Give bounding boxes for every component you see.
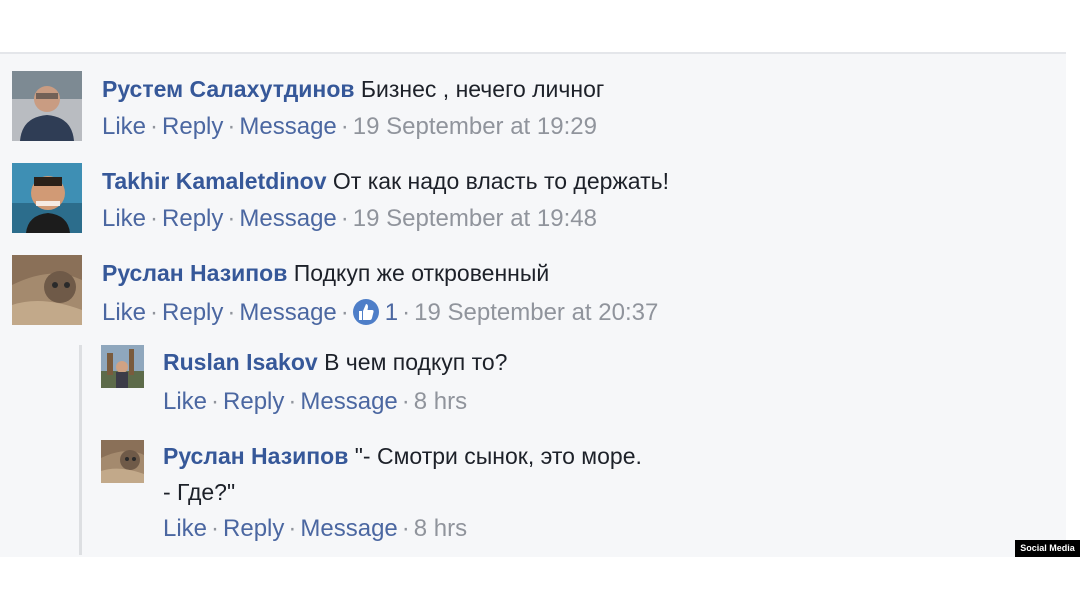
comment-text: Бизнес , нечего личног <box>360 76 605 102</box>
separator: · <box>227 113 236 140</box>
comment-text: От как надо власть то держать! <box>332 168 669 194</box>
reply-link[interactable]: Reply <box>223 388 284 415</box>
separator: · <box>288 388 297 415</box>
reply-text: В чем подкуп то? <box>324 349 508 375</box>
separator: · <box>401 515 410 542</box>
reply-link[interactable]: Reply <box>162 205 223 232</box>
reply-link[interactable]: Reply <box>223 515 284 542</box>
avatar[interactable] <box>12 71 82 141</box>
reply-actions: Like · Reply · Message · 8 hrs <box>163 514 467 544</box>
comment-actions: Like · Reply · Message · 1 · 19 September at 20:… <box>102 298 658 328</box>
separator: · <box>150 113 159 140</box>
like-count[interactable]: 1 <box>385 299 398 326</box>
reply-author[interactable]: Ruslan Isakov <box>163 349 318 375</box>
comment-actions: Like · Reply · Message · 19 September at 19:48 <box>102 204 597 234</box>
avatar[interactable] <box>101 345 144 388</box>
separator: · <box>150 205 159 232</box>
watermark-label: Social Media <box>1015 540 1080 557</box>
reply-text: "- Смотри сынок, это море. <box>354 443 642 469</box>
comment-actions: Like · Reply · Message · 19 September at 19:29 <box>102 112 597 142</box>
avatar-photo <box>12 71 82 141</box>
separator: · <box>402 299 411 326</box>
avatar-photo <box>101 345 144 388</box>
message-link[interactable]: Message <box>239 113 336 140</box>
reply-timestamp[interactable]: 8 hrs <box>414 388 467 415</box>
separator: · <box>401 388 410 415</box>
reply-thread-line <box>79 345 82 555</box>
comment-timestamp[interactable]: 19 September at 19:48 <box>353 205 597 232</box>
reply-link[interactable]: Reply <box>162 113 223 140</box>
avatar[interactable] <box>12 163 82 233</box>
separator: · <box>150 299 159 326</box>
like-link[interactable]: Like <box>163 388 207 415</box>
reply-author[interactable]: Руслан Назипов <box>163 443 348 469</box>
avatar[interactable] <box>101 440 144 483</box>
separator: · <box>211 388 220 415</box>
separator: · <box>340 299 349 326</box>
comment-author[interactable]: Takhir Kamaletdinov <box>102 168 327 194</box>
message-link[interactable]: Message <box>239 205 336 232</box>
message-link[interactable]: Message <box>300 388 397 415</box>
comment-text: Подкуп же откровенный <box>293 260 550 286</box>
avatar-photo <box>101 440 144 483</box>
separator: · <box>211 515 220 542</box>
comment-author[interactable]: Руслан Назипов <box>102 260 287 286</box>
avatar-photo <box>12 255 82 325</box>
like-link[interactable]: Like <box>102 113 146 140</box>
comment-timestamp[interactable]: 19 September at 19:29 <box>353 113 597 140</box>
like-link[interactable]: Like <box>163 515 207 542</box>
comment-timestamp[interactable]: 19 September at 20:37 <box>414 299 658 326</box>
reply-text-continued: - Где?" <box>163 479 236 505</box>
separator: · <box>227 205 236 232</box>
avatar-photo <box>12 163 82 233</box>
like-link[interactable]: Like <box>102 205 146 232</box>
message-link[interactable]: Message <box>239 299 336 326</box>
message-link[interactable]: Message <box>300 515 397 542</box>
avatar[interactable] <box>12 255 82 325</box>
comment-author[interactable]: Рустем Салахутдинов <box>102 76 355 102</box>
separator: · <box>340 205 349 232</box>
reply-timestamp[interactable]: 8 hrs <box>414 515 467 542</box>
separator: · <box>288 515 297 542</box>
like-link[interactable]: Like <box>102 299 146 326</box>
reply-actions: Like · Reply · Message · 8 hrs <box>163 387 467 417</box>
separator: · <box>227 299 236 326</box>
separator: · <box>340 113 349 140</box>
reply-link[interactable]: Reply <box>162 299 223 326</box>
like-reaction-icon[interactable] <box>352 299 379 325</box>
